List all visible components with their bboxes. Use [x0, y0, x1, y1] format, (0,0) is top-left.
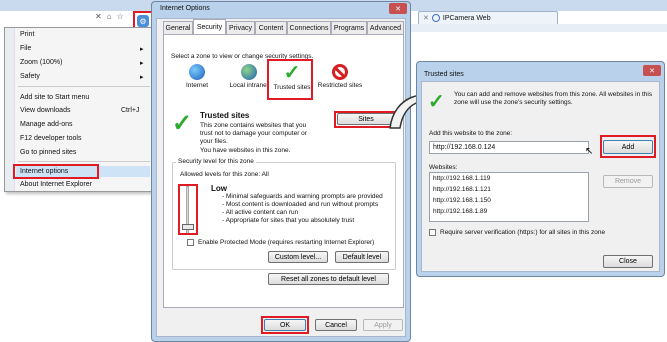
protected-mode-checkbox[interactable] [187, 239, 194, 246]
toolbar-icons: ✕ ⌂ ☆ [95, 12, 124, 21]
menu-divider [18, 161, 150, 162]
menu-item-about-ie[interactable]: About Internet Explorer [20, 181, 92, 188]
reset-all-zones-button[interactable]: Reset all zones to default level [268, 273, 389, 285]
zone-label: Restricted sites [317, 82, 363, 89]
globe-icon [189, 64, 205, 80]
menu-item-add-site[interactable]: Add site to Start menu [20, 94, 89, 101]
menu-item-print[interactable]: Print [20, 31, 34, 38]
tab-security[interactable]: Security [193, 19, 226, 35]
dialog-title: Internet Options [160, 5, 210, 12]
menu-item-pinned-sites[interactable]: Go to pinned sites [20, 149, 76, 156]
home-icon[interactable]: ⌂ [107, 12, 112, 21]
cancel-button[interactable]: Cancel [315, 319, 357, 331]
menu-item-manage-addons[interactable]: Manage add-ons [20, 121, 73, 128]
zone-label: Internet [185, 82, 209, 89]
intranet-globe-icon [241, 64, 257, 80]
trusted-dialog-intro: You can add and remove websites from thi… [454, 91, 653, 106]
tab-programs[interactable]: Programs [331, 21, 367, 34]
browser-tab[interactable]: ✕ IPCamera Web [418, 11, 558, 24]
tab-privacy[interactable]: Privacy [226, 21, 255, 34]
tab-advanced[interactable]: Advanced [367, 21, 404, 34]
level-bullet: - Appropriate for sites that you absolut… [222, 217, 355, 224]
trusted-note: You have websites in this zone. [200, 147, 291, 154]
require-https-checkbox[interactable] [429, 229, 436, 236]
website-item[interactable]: http://192.168.1.150 [433, 197, 491, 204]
security-level-label: Security level for this zone [176, 158, 256, 165]
tab-title: IPCamera Web [442, 14, 491, 22]
tab-content[interactable]: Content [255, 21, 287, 34]
trusted-dialog-check-icon: ✓ [428, 91, 445, 113]
tab-general[interactable]: General [163, 21, 193, 34]
favorites-icon[interactable]: ☆ [117, 12, 124, 21]
level-name: Low [211, 184, 227, 193]
remove-button: Remove [603, 175, 653, 188]
zone-internet[interactable]: Internet [172, 64, 222, 89]
trusted-dialog-close-button[interactable]: ✕ [643, 65, 661, 76]
level-bullet: - Most content is downloaded and run wit… [222, 201, 379, 208]
require-https-label: Require server verification (https:) for… [440, 229, 606, 236]
close-tab-icon[interactable]: ✕ [95, 12, 102, 21]
websites-label: Websites: [429, 164, 458, 171]
zone-restricted-sites[interactable]: Restricted sites [315, 64, 365, 89]
protected-mode-label: Enable Protected Mode (requires restarti… [198, 239, 375, 246]
level-bullet: - Minimal safeguards and warning prompts… [222, 193, 383, 200]
tab-close-icon[interactable]: ✕ [423, 14, 429, 22]
website-item[interactable]: http://192.168.1.121 [433, 186, 491, 193]
menu-item-safety[interactable]: Safety [20, 73, 40, 80]
menu-item-zoom[interactable]: Zoom (100%) [20, 59, 62, 66]
allowed-levels-text: Allowed levels for this zone: All [180, 171, 269, 178]
trusted-heading: Trusted sites [200, 111, 250, 120]
menu-item-f12-tools[interactable]: F12 developer tools [20, 135, 81, 142]
website-item[interactable]: http://192.168.1.89 [433, 208, 487, 215]
default-level-button[interactable]: Default level [335, 251, 389, 263]
add-website-input[interactable]: http://192.168.0.124 [429, 141, 589, 154]
tab-connections[interactable]: Connections [287, 21, 331, 34]
custom-level-button[interactable]: Custom level... [268, 251, 328, 263]
menu-divider [18, 86, 150, 87]
trusted-check-icon: ✓ [172, 110, 193, 137]
menu-shortcut: Ctrl+J [121, 107, 140, 114]
close-button[interactable]: Close [603, 255, 653, 268]
restricted-icon [332, 64, 348, 80]
menu-item-view-downloads[interactable]: View downloads [20, 107, 70, 114]
menu-item-file[interactable]: File [20, 45, 31, 52]
add-website-label: Add this website to the zone: [429, 130, 513, 137]
website-item[interactable]: http://192.168.1.119 [433, 175, 490, 182]
mouse-cursor-icon: ↖ [585, 146, 594, 157]
trusted-description: This zone contains websites that you tru… [200, 122, 307, 145]
apply-button: Apply [363, 319, 403, 331]
trusted-dialog-title: Trusted sites [424, 71, 464, 78]
level-bullet: - All active content can run [222, 209, 299, 216]
page-favicon-icon [431, 14, 440, 22]
dialog-close-button[interactable]: ✕ [389, 3, 407, 14]
